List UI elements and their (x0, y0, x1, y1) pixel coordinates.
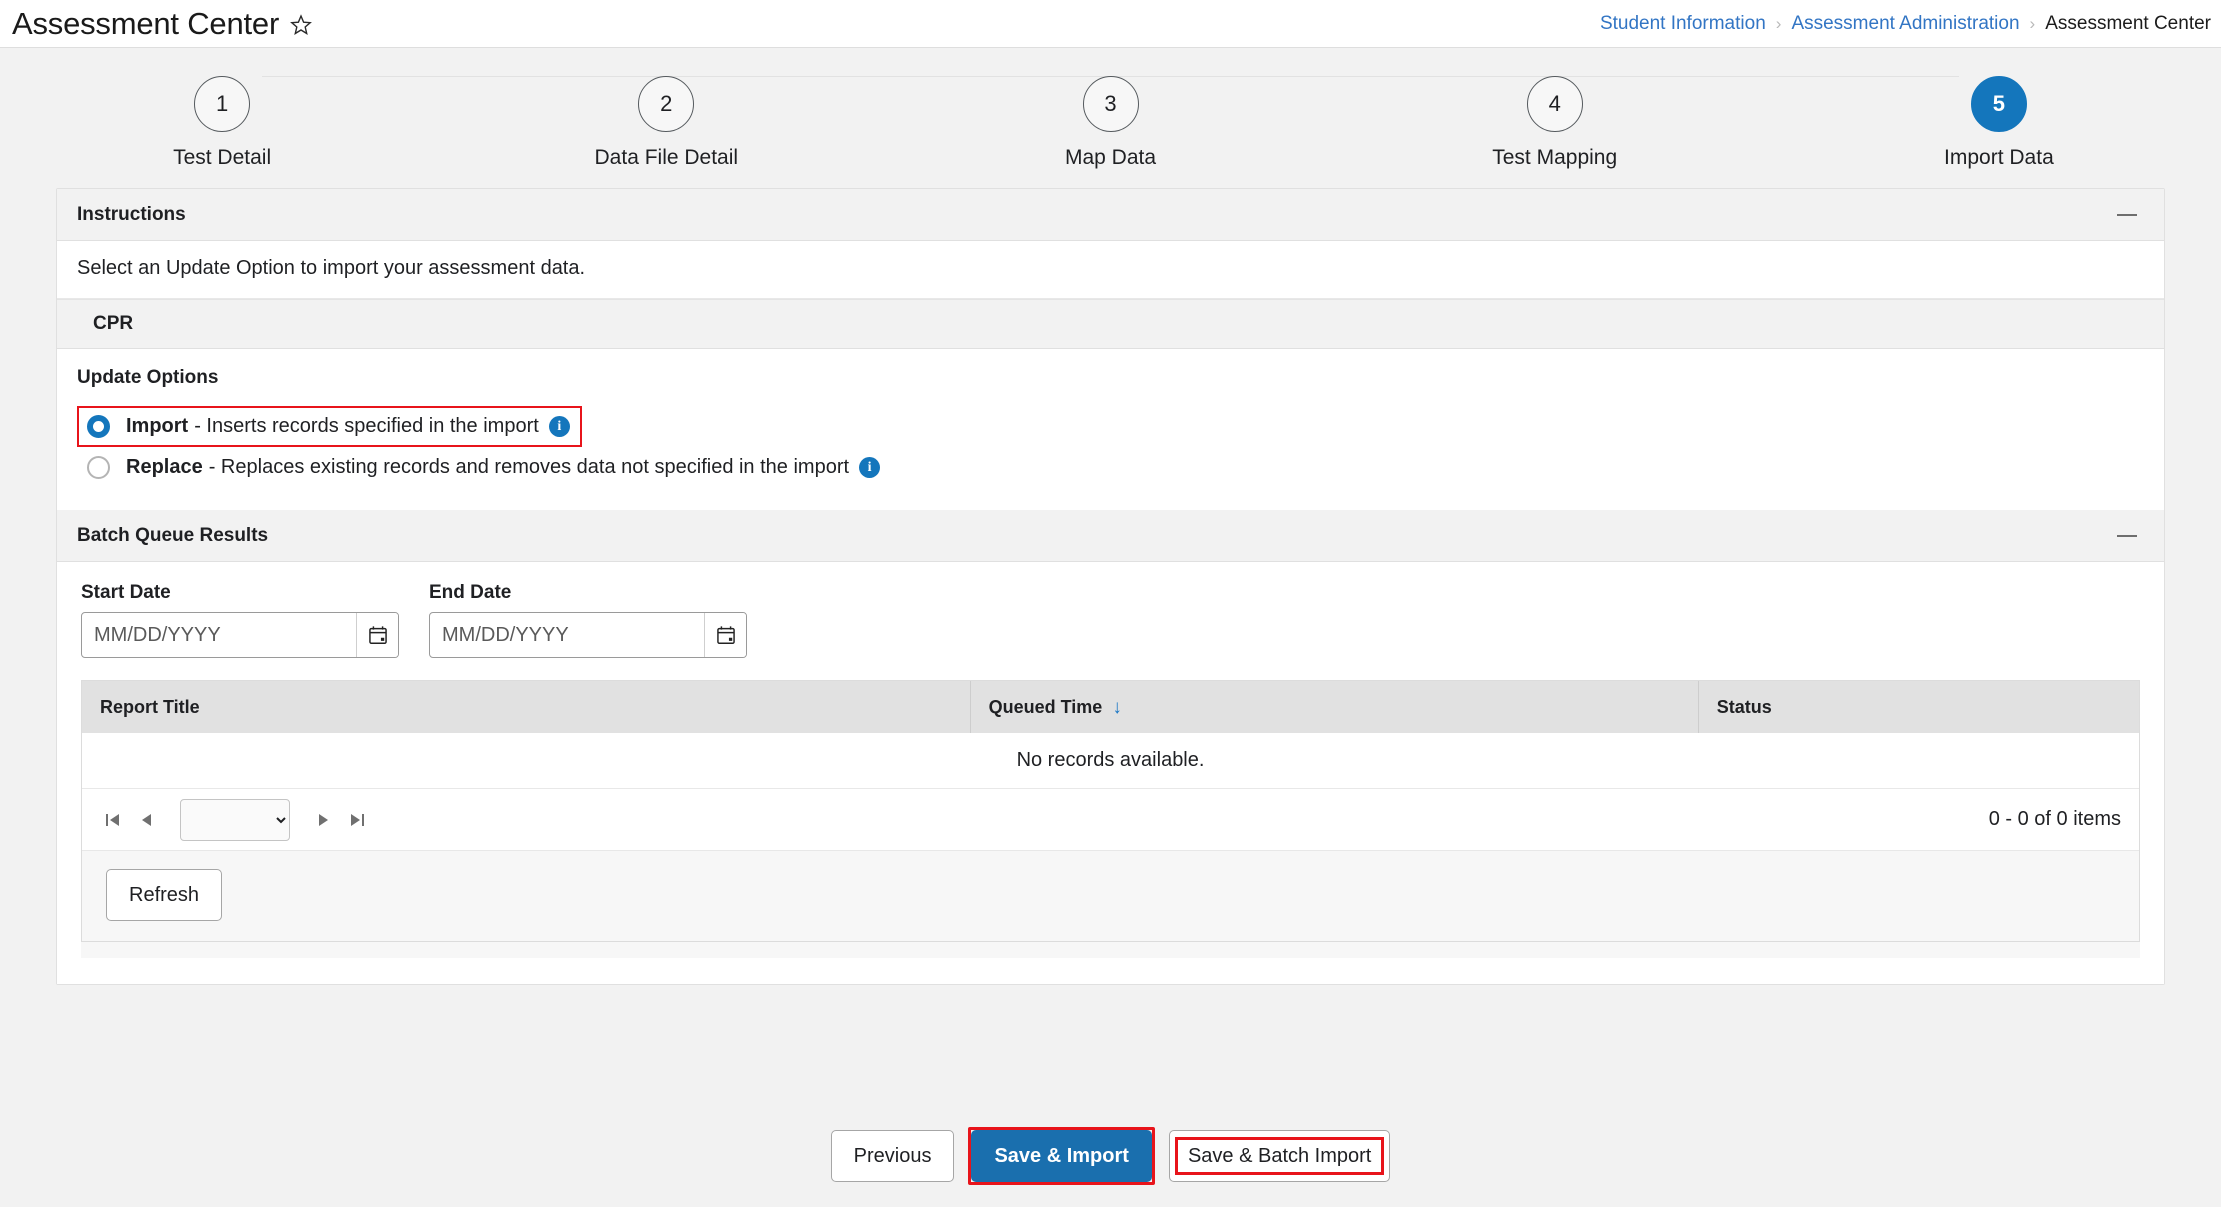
save-import-highlight: Save & Import (968, 1127, 1155, 1185)
column-header-status[interactable]: Status (1699, 681, 2139, 733)
step-5-import-data[interactable]: 5 Import Data (1777, 76, 2221, 170)
step-number: 5 (1970, 76, 2027, 132)
update-option-replace-name: Replace (126, 456, 203, 478)
cpr-section-header: CPR (57, 299, 2164, 349)
cpr-title: CPR (93, 313, 134, 334)
date-filter-row: Start Date MM/DD/YYYY End Date MM/DD/YYY… (81, 582, 2140, 658)
start-date-input-wrapper[interactable] (81, 612, 399, 658)
minus-icon[interactable] (2114, 202, 2140, 228)
page-body: 1 Test Detail 2 Data File Detail 3 Map D… (0, 48, 2221, 1207)
refresh-button[interactable]: Refresh (106, 869, 223, 921)
info-icon[interactable]: i (548, 416, 570, 437)
save-batch-import-label: Save & Batch Import (1187, 1144, 1372, 1167)
grid-item-count: 0 - 0 of 0 items (1988, 808, 2121, 830)
step-number: 1 (194, 76, 251, 132)
minus-icon[interactable] (2114, 523, 2140, 549)
batch-queue-title: Batch Queue Results (77, 524, 269, 546)
step-number: 4 (1526, 76, 1583, 132)
step-1-test-detail[interactable]: 1 Test Detail (0, 76, 444, 170)
step-number: 2 (638, 76, 695, 132)
info-icon[interactable]: i (859, 457, 881, 478)
step-3-map-data[interactable]: 3 Map Data (888, 76, 1332, 170)
end-date-group: End Date (429, 582, 747, 658)
step-2-data-file-detail[interactable]: 2 Data File Detail (444, 76, 888, 170)
breadcrumb-item-assessment-center: Assessment Center (2045, 12, 2211, 34)
batch-queue-body: Start Date MM/DD/YYYY End Date MM/DD/YYY… (57, 562, 2164, 984)
step-label: Data File Detail (594, 146, 739, 169)
step-label: Import Data (1944, 146, 2054, 169)
star-icon[interactable] (289, 13, 313, 37)
first-page-icon[interactable] (96, 803, 130, 837)
grid-pager: 0 - 0 of 0 items (82, 789, 2139, 851)
update-option-import-description: - Inserts records specified in the impor… (194, 415, 539, 437)
chevron-right-icon: › (1775, 13, 1782, 33)
save-batch-import-button[interactable]: Save & Batch Import (1168, 1130, 1391, 1182)
grid-bottom-spacer (81, 942, 2140, 958)
wizard-stepper: 1 Test Detail 2 Data File Detail 3 Map D… (0, 48, 2221, 188)
calendar-icon[interactable] (704, 613, 746, 657)
column-header-status-label: Status (1716, 696, 1772, 717)
step-label: Test Mapping (1492, 146, 1618, 169)
update-option-replace[interactable]: Replace - Replaces existing records and … (77, 447, 892, 488)
breadcrumb-item-assessment-administration[interactable]: Assessment Administration (1791, 13, 2019, 35)
grid-empty-message: No records available. (82, 733, 2139, 789)
sort-descending-icon[interactable]: ↓ (1112, 698, 1122, 717)
step-label: Map Data (1064, 146, 1157, 169)
step-number: 3 (1082, 76, 1139, 132)
top-bar: Assessment Center Student Information › … (0, 0, 2221, 48)
column-header-report-title-label: Report Title (100, 696, 200, 717)
column-header-queued-time[interactable]: Queued Time ↓ (971, 681, 1699, 733)
calendar-icon[interactable] (356, 613, 398, 657)
previous-button[interactable]: Previous (830, 1130, 955, 1182)
page-title: Assessment Center (12, 5, 280, 41)
instructions-panel-header: Instructions (57, 189, 2164, 241)
update-options-label: Update Options (77, 367, 219, 388)
import-data-card: Instructions Select an Update Option to … (56, 188, 2165, 985)
update-option-import[interactable]: Import - Inserts records specified in th… (77, 406, 582, 447)
previous-page-icon[interactable] (130, 803, 164, 837)
save-import-button[interactable]: Save & Import (971, 1130, 1152, 1182)
update-option-import-name: Import (126, 415, 189, 437)
update-option-replace-description: - Replaces existing records and removes … (208, 456, 850, 478)
end-date-input[interactable] (430, 613, 705, 657)
step-label: Test Detail (173, 146, 272, 169)
batch-queue-grid: Report Title Queued Time ↓ Status No rec… (81, 680, 2140, 942)
column-header-report-title[interactable]: Report Title (82, 681, 971, 733)
footer-action-bar: Previous Save & Import Save & Batch Impo… (0, 1127, 2221, 1185)
next-page-icon[interactable] (306, 803, 340, 837)
start-date-label: Start Date (81, 582, 171, 603)
chevron-right-icon: › (2029, 13, 2036, 33)
instructions-text: Select an Update Option to import your a… (57, 241, 2164, 299)
page-title-group: Assessment Center (0, 5, 313, 41)
end-date-label: End Date (429, 582, 512, 603)
breadcrumb-item-student-information[interactable]: Student Information (1600, 13, 1766, 35)
step-4-test-mapping[interactable]: 4 Test Mapping (1333, 76, 1777, 170)
refresh-button-container: Refresh (82, 851, 2139, 941)
column-header-queued-time-label: Queued Time (988, 696, 1103, 717)
breadcrumb: Student Information › Assessment Adminis… (1600, 13, 2221, 35)
radio-import[interactable] (87, 415, 110, 438)
last-page-icon[interactable] (340, 803, 374, 837)
page-size-select[interactable] (180, 798, 290, 841)
instructions-title: Instructions (77, 203, 186, 225)
end-date-input-wrapper[interactable] (429, 612, 747, 658)
radio-replace[interactable] (87, 456, 110, 479)
start-date-input[interactable] (82, 613, 357, 657)
update-options-section: Update Options Import - Inserts records … (57, 349, 2164, 510)
start-date-group: Start Date (81, 582, 399, 658)
batch-queue-panel-header: Batch Queue Results (57, 510, 2164, 562)
grid-header-row: Report Title Queued Time ↓ Status (82, 681, 2139, 733)
